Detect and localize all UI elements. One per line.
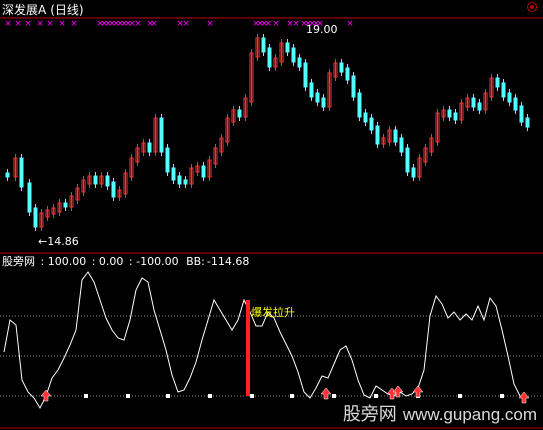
candle-body	[501, 82, 506, 98]
candle-body	[393, 129, 398, 143]
bb-value: -114.68	[206, 255, 250, 268]
top-marker: ×	[134, 19, 142, 29]
candle-body	[519, 105, 524, 123]
top-marker: ×	[24, 19, 32, 29]
candle-body	[159, 117, 164, 153]
top-marker: ×	[36, 19, 44, 29]
candle-body	[111, 181, 116, 198]
watermark-cn: 股旁网	[342, 404, 397, 425]
top-marker: ×	[292, 19, 300, 29]
candle-body	[201, 165, 206, 178]
burst-signal-label: 爆发拉升	[251, 306, 295, 319]
indicator-line	[3, 271, 527, 410]
indicator-header: 股旁网 : 100.00 : 0.00 : -100.00 BB: -114.68	[2, 255, 251, 269]
candle-body	[297, 57, 302, 68]
chart-canvas[interactable]: × × × × × × × ×××××××××× ×× ×× × ×××× × ×× ××××× ×	[0, 0, 543, 430]
bottom-marker	[166, 394, 170, 398]
burst-bar	[246, 300, 250, 396]
bottom-marker	[332, 394, 336, 398]
candle-body	[339, 62, 344, 73]
candle-body	[453, 112, 458, 121]
candle-body	[171, 167, 176, 181]
indicator-value-1: : 100.00	[40, 255, 87, 268]
bottom-marker	[208, 394, 212, 398]
top-marker: ×	[70, 19, 78, 29]
top-marker: ×	[346, 19, 354, 29]
candle-body	[447, 109, 452, 118]
candle-body	[183, 179, 188, 185]
settings-icon[interactable]	[527, 2, 537, 12]
candle-body	[285, 42, 290, 53]
top-marker: ×	[14, 19, 22, 29]
bottom-marker	[500, 394, 504, 398]
candle-body	[399, 137, 404, 153]
bottom-marker	[290, 394, 294, 398]
candle-body	[411, 167, 416, 178]
buy-arrow-icon	[320, 387, 332, 400]
period-label: (日线)	[50, 3, 84, 17]
buy-arrow-icon	[40, 389, 52, 402]
watermark-url: www.gupang.com	[402, 405, 537, 424]
candle-body	[321, 97, 326, 108]
candle-body	[525, 117, 530, 128]
candle-body	[363, 112, 368, 123]
candle-body	[165, 147, 170, 173]
candle-body	[261, 37, 266, 53]
bottom-marker	[250, 394, 254, 398]
bottom-marker	[126, 394, 130, 398]
candle-body	[237, 109, 242, 118]
top-marker: ×	[58, 19, 66, 29]
stock-name: 深发展A	[2, 3, 47, 17]
low-price-label: ←14.86	[38, 235, 79, 248]
chart-window: × × × × × × × × × × × × × × × × × × × × × × × × × × × × × × × × × × × 深发展A…	[0, 0, 543, 430]
top-marker: ×	[206, 19, 214, 29]
candle-body	[309, 82, 314, 98]
candle-body	[27, 182, 32, 213]
candle-body	[471, 97, 476, 108]
candle-body	[19, 157, 24, 188]
bottom-marker	[374, 394, 378, 398]
candle-body	[93, 175, 98, 185]
indicator-name: 股旁网	[2, 255, 35, 268]
candle-body	[63, 202, 68, 208]
buy-arrow-icon	[412, 385, 424, 398]
indicator-value-3: : -100.00	[128, 255, 179, 268]
top-marker: ×	[182, 19, 190, 29]
candle-body	[303, 62, 308, 88]
top-marker: ×	[4, 19, 12, 29]
candle-body	[315, 92, 320, 103]
candle-body	[33, 207, 38, 228]
candle-body	[357, 92, 362, 118]
candle-body	[345, 67, 350, 81]
candle-body	[507, 92, 512, 103]
title-bar: 深发展A (日线)	[2, 2, 84, 18]
top-marker: ×	[272, 19, 280, 29]
bottom-marker	[458, 394, 462, 398]
candle-body	[369, 117, 374, 131]
high-price-label: 19.00	[306, 23, 338, 36]
candle-body	[5, 172, 10, 178]
watermark: 股旁网 www.gupang.com	[343, 400, 537, 426]
bb-label: BB:	[186, 255, 205, 268]
candle-body	[147, 142, 152, 153]
candle-body	[513, 97, 518, 111]
candle-body	[351, 75, 356, 98]
candle-body	[177, 175, 182, 185]
candle-body	[495, 77, 500, 88]
top-marker: ×	[264, 19, 272, 29]
indicator-value-2: : 0.00	[91, 255, 124, 268]
bottom-marker	[84, 394, 88, 398]
candle-body	[477, 102, 482, 111]
candle-body	[291, 47, 296, 63]
top-marker: ×	[46, 19, 54, 29]
candle-body	[375, 125, 380, 145]
candle-body	[405, 147, 410, 173]
candle-body	[105, 175, 110, 187]
top-marker: ×	[150, 19, 158, 29]
candle-body	[267, 47, 272, 68]
